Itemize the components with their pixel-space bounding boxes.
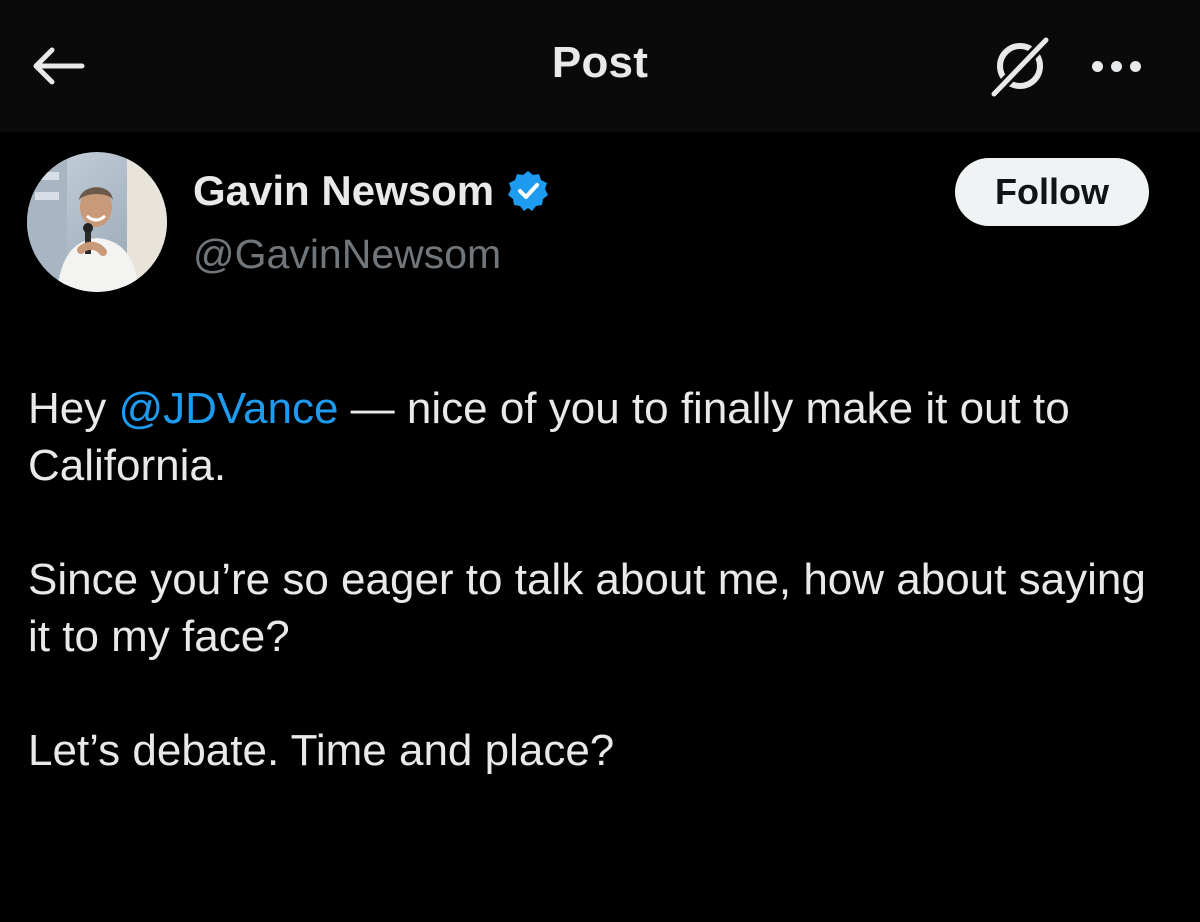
top-navigation-bar: Post (0, 0, 1200, 132)
author-display-name: Gavin Newsom (193, 167, 495, 214)
follow-button[interactable]: Follow (955, 158, 1149, 226)
verified-badge-icon (508, 171, 549, 211)
post-text: Hey @JDVance — nice of you to finally ma… (28, 380, 1178, 779)
author-handle[interactable]: @GavinNewsom (193, 231, 501, 278)
author-name-row[interactable]: Gavin Newsom (193, 167, 550, 215)
grok-button[interactable] (982, 30, 1058, 102)
avatar[interactable] (27, 152, 167, 292)
post-paragraph-3: Let’s debate. Time and place? (28, 726, 615, 775)
post-paragraph-2: Since you’re so eager to talk about me, … (28, 555, 1146, 661)
grok-icon (986, 32, 1054, 100)
profile-photo (27, 152, 167, 292)
post-paragraph-1: Hey @JDVance — nice of you to finally ma… (28, 380, 1178, 494)
post-text-lead: Hey (28, 384, 119, 433)
more-horizontal-icon (1091, 60, 1141, 72)
more-options-button[interactable] (1076, 38, 1156, 94)
mention-link[interactable]: @JDVance (118, 384, 338, 433)
